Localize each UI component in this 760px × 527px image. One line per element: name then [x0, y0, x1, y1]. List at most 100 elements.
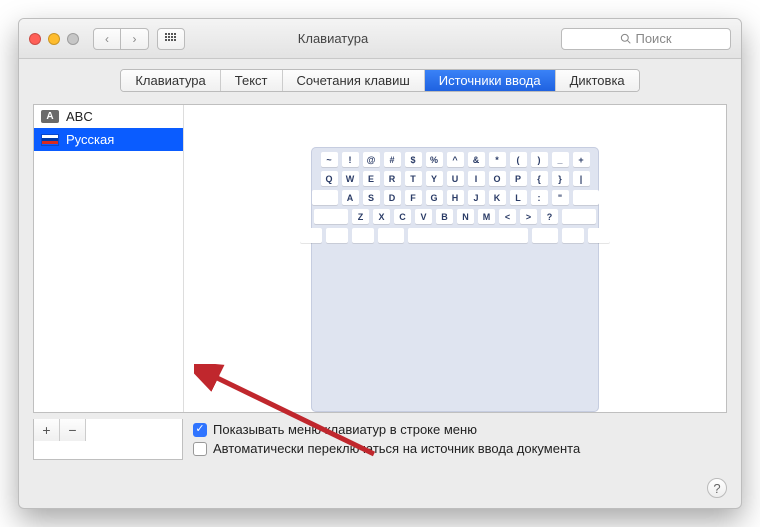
key: E: [363, 171, 380, 186]
key: ": [552, 190, 569, 205]
key: [352, 228, 374, 243]
key: :: [531, 190, 548, 205]
keyboard-row: ASDFGHJKL:": [316, 190, 594, 205]
key: L: [510, 190, 527, 205]
key: [562, 209, 596, 224]
key: Y: [426, 171, 443, 186]
key: [532, 228, 558, 243]
key: |: [573, 171, 590, 186]
tab-3[interactable]: Источники ввода: [425, 70, 556, 91]
key: _: [552, 152, 569, 167]
tab-4[interactable]: Диктовка: [556, 70, 639, 91]
key: P: [510, 171, 527, 186]
auto-switch-checkbox[interactable]: [193, 442, 207, 456]
key: D: [384, 190, 401, 205]
key: {: [531, 171, 548, 186]
tab-1[interactable]: Текст: [221, 70, 283, 91]
minimize-window-button[interactable]: [48, 33, 60, 45]
layout-preview: ~!@#$%^&*()_+QWERTYUIOP{}|ASDFGHJKL:"ZXC…: [184, 105, 726, 412]
key: !: [342, 152, 359, 167]
show-input-menu-checkbox[interactable]: [193, 423, 207, 437]
add-source-button[interactable]: +: [34, 419, 60, 441]
keyboard-row: ZXCVBNM < >?: [316, 209, 594, 224]
key: V: [415, 209, 432, 224]
key: K: [489, 190, 506, 205]
input-source-row[interactable]: A ABC: [34, 105, 183, 128]
input-source-label: Русская: [66, 132, 114, 147]
add-remove-bar: + −: [33, 419, 183, 460]
key: *: [489, 152, 506, 167]
tabbar: КлавиатураТекстСочетания клавишИсточники…: [19, 59, 741, 104]
key: B: [436, 209, 453, 224]
tab-segmented-control: КлавиатураТекстСочетания клавишИсточники…: [120, 69, 639, 92]
key: $: [405, 152, 422, 167]
key: }: [552, 171, 569, 186]
key: ^: [447, 152, 464, 167]
help-button[interactable]: ?: [707, 478, 727, 498]
footer: ?: [19, 474, 741, 508]
close-window-button[interactable]: [29, 33, 41, 45]
input-source-label: ABC: [66, 109, 93, 124]
abc-layout-icon: A: [41, 110, 59, 123]
key: Z: [352, 209, 369, 224]
key: J: [468, 190, 485, 205]
body: AABCРусская ~!@#$%^&*()_+QWERTYUIOP{}|AS…: [19, 104, 741, 474]
keyboard-preview: ~!@#$%^&*()_+QWERTYUIOP{}|ASDFGHJKL:"ZXC…: [311, 147, 599, 412]
key: C: [394, 209, 411, 224]
window-title: Клавиатура: [113, 31, 553, 46]
auto-switch-label: Автоматически переключаться на источник …: [213, 441, 580, 456]
below-panel: + − Показывать меню клавиатур в строке м…: [33, 413, 727, 460]
keyboard-row: [316, 228, 594, 243]
zoom-window-button: [67, 33, 79, 45]
key: %: [426, 152, 443, 167]
key: ?: [541, 209, 558, 224]
options: Показывать меню клавиатур в строке меню …: [183, 419, 580, 460]
key: Q: [321, 171, 338, 186]
search-field[interactable]: Поиск: [561, 28, 731, 50]
key: [588, 228, 610, 243]
key: #: [384, 152, 401, 167]
keyboard-row: ~!@#$%^&*()_+: [316, 152, 594, 167]
key: @: [363, 152, 380, 167]
input-sources-list[interactable]: A ABC Русская: [34, 105, 184, 412]
key: [408, 228, 528, 243]
tab-0[interactable]: Клавиатура: [121, 70, 220, 91]
show-input-menu-label: Показывать меню клавиатур в строке меню: [213, 422, 477, 437]
key: [312, 190, 338, 205]
key: [300, 228, 322, 243]
key: ): [531, 152, 548, 167]
key: G: [426, 190, 443, 205]
key: A: [342, 190, 359, 205]
remove-source-button[interactable]: −: [60, 419, 86, 441]
input-source-row[interactable]: Русская: [34, 128, 183, 151]
key: (: [510, 152, 527, 167]
key: U: [447, 171, 464, 186]
search-placeholder: Поиск: [635, 31, 671, 46]
key: >: [520, 209, 537, 224]
key: T: [405, 171, 422, 186]
key: [314, 209, 348, 224]
key: R: [384, 171, 401, 186]
key: ~: [321, 152, 338, 167]
key: [562, 228, 584, 243]
key: X: [373, 209, 390, 224]
window-controls: [29, 33, 79, 45]
key: M: [478, 209, 495, 224]
key: H: [447, 190, 464, 205]
preferences-window: ‹ › Клавиатура Поиск КлавиатураТекстСоче…: [18, 18, 742, 509]
key: I: [468, 171, 485, 186]
keyboard-row: QWERTYUIOP{}|: [316, 171, 594, 186]
key: [573, 190, 599, 205]
key: <: [499, 209, 516, 224]
key: +: [573, 152, 590, 167]
key: W: [342, 171, 359, 186]
auto-switch-row[interactable]: Автоматически переключаться на источник …: [193, 441, 580, 456]
russian-flag-icon: [41, 134, 59, 146]
main-panel: AABCРусская ~!@#$%^&*()_+QWERTYUIOP{}|AS…: [33, 104, 727, 413]
show-input-menu-row[interactable]: Показывать меню клавиатур в строке меню: [193, 422, 580, 437]
tab-2[interactable]: Сочетания клавиш: [283, 70, 425, 91]
key: [378, 228, 404, 243]
key: S: [363, 190, 380, 205]
key: N: [457, 209, 474, 224]
search-icon: [620, 33, 631, 44]
